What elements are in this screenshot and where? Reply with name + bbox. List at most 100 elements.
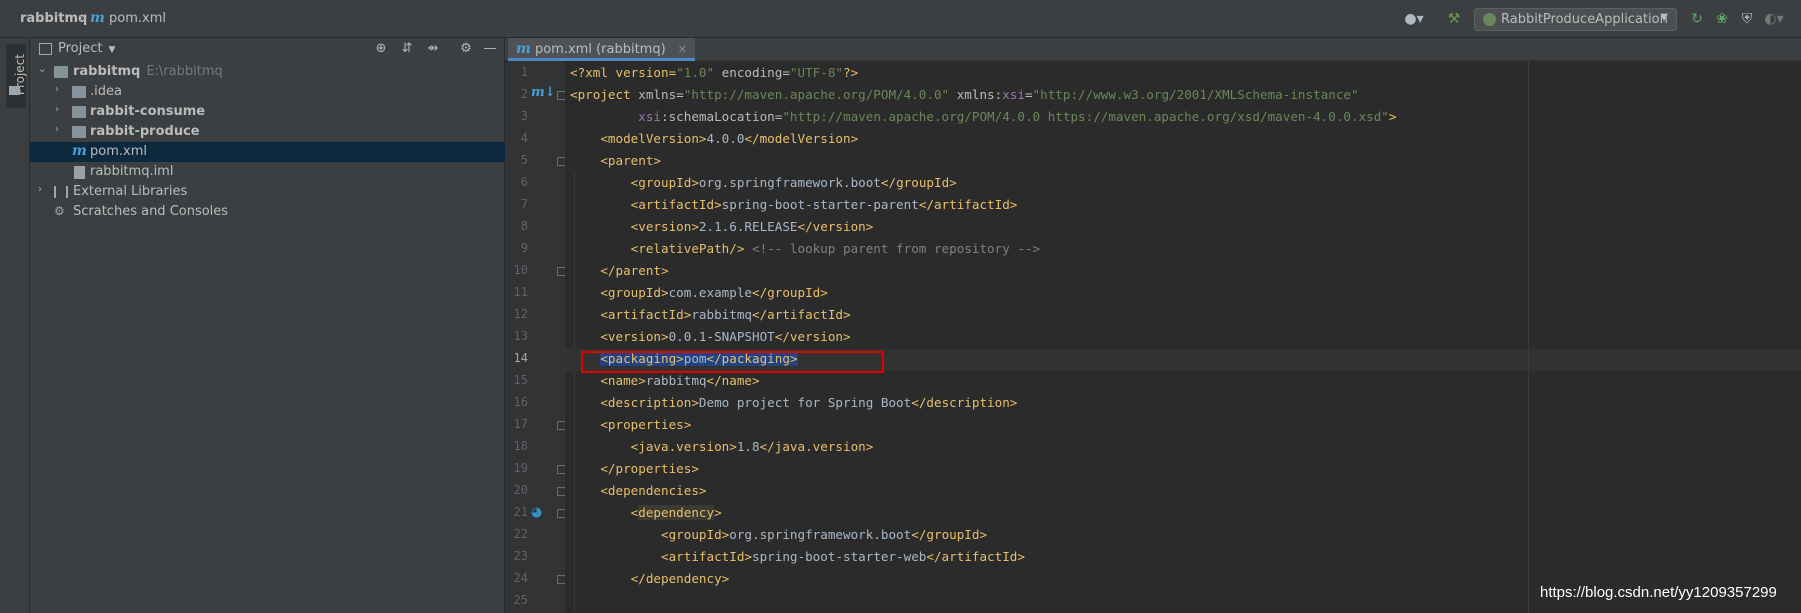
- code-editor[interactable]: <?xml version="1.0" encoding="UTF-8"?> <…: [565, 61, 1801, 613]
- gear-icon[interactable]: ⚙: [458, 41, 474, 57]
- code-line: <modelVersion>4.0.0</modelVersion>: [600, 131, 859, 146]
- profiler-icon[interactable]: ◐▾: [1764, 10, 1783, 28]
- chevron-right-icon[interactable]: ›: [55, 104, 59, 115]
- code-line: <version>2.1.6.RELEASE</version>: [630, 219, 874, 234]
- highlight-annotation-box: [581, 351, 884, 373]
- project-tool-window-button[interactable]: Project: [6, 44, 27, 108]
- tree-item-pom-xml[interactable]: m pom.xml: [30, 142, 505, 162]
- chevron-right-icon[interactable]: ›: [38, 184, 42, 195]
- code-line: </parent>: [600, 263, 669, 278]
- tree-item-label: pom.xml: [90, 144, 147, 159]
- line-number: 15: [513, 373, 528, 387]
- maven-sync-icon[interactable]: m↓: [531, 85, 556, 100]
- debug-icon[interactable]: ❀: [1713, 10, 1731, 28]
- build-hammer-icon[interactable]: ⚒: [1445, 10, 1463, 28]
- iml-file-icon: [74, 166, 85, 179]
- line-number: 25: [513, 593, 528, 607]
- code-line: <dependencies>: [600, 483, 707, 498]
- module-folder-icon: [72, 126, 86, 138]
- project-panel-header: Project ▼ ⊕ ⇵ ⇴ ⚙ —: [30, 38, 504, 60]
- line-number: 5: [520, 153, 528, 167]
- chevron-right-icon[interactable]: ›: [55, 84, 59, 95]
- line-number: 22: [513, 527, 528, 541]
- tree-item-label: rabbit-produce: [90, 124, 200, 139]
- folder-icon: [9, 86, 20, 95]
- line-number: 23: [513, 549, 528, 563]
- tree-item-label: External Libraries: [73, 184, 188, 199]
- user-icon[interactable]: ●▾: [1404, 10, 1423, 28]
- chevron-down-icon: ▼: [1660, 12, 1668, 23]
- line-number: 7: [520, 197, 528, 211]
- breadcrumb-project[interactable]: rabbitmq: [20, 11, 87, 26]
- minimize-icon[interactable]: —: [482, 41, 498, 57]
- chevron-down-icon: ▼: [108, 45, 116, 55]
- code-line: <relativePath/> <!-- lookup parent from …: [630, 241, 1041, 256]
- code-line: <artifactId>spring-boot-starter-web</art…: [661, 549, 1025, 564]
- tree-item-external-libraries[interactable]: › External Libraries: [30, 182, 505, 202]
- maven-file-icon: m: [516, 41, 531, 57]
- tree-item-rabbit-produce[interactable]: › rabbit-produce: [30, 122, 505, 142]
- tree-item-label: rabbitmq: [73, 64, 141, 79]
- code-line: <groupId>org.springframework.boot</group…: [661, 527, 988, 542]
- tree-item-label: rabbitmq.iml: [90, 164, 174, 179]
- tree-item-rabbitmq[interactable]: ⌄ rabbitmq E:\rabbitmq: [30, 62, 505, 82]
- line-number-current: 14: [513, 351, 528, 365]
- maven-file-icon: m: [90, 10, 105, 26]
- rerun-icon[interactable]: ↻: [1688, 10, 1706, 28]
- collapse-all-icon[interactable]: ⇴: [425, 41, 441, 57]
- line-number: 9: [520, 241, 528, 255]
- line-number: 2: [520, 87, 528, 101]
- library-icon: [54, 186, 68, 198]
- tree-item-label: .idea: [90, 84, 122, 99]
- code-line: <dependency>: [630, 505, 722, 520]
- editor-gutter[interactable]: 1 2 3 4 5 6 7 8 9 10 11 12 13 14 15 16 1…: [505, 61, 566, 613]
- coverage-shield-icon[interactable]: ⛨: [1738, 10, 1756, 28]
- folder-icon: [72, 86, 86, 98]
- expand-all-icon[interactable]: ⇵: [399, 41, 415, 57]
- chevron-right-icon[interactable]: ›: [55, 124, 59, 135]
- project-title: Project: [58, 41, 103, 56]
- line-number: 3: [520, 109, 528, 123]
- code-line: <project xmlns="http://maven.apache.org/…: [570, 87, 1359, 102]
- locate-crosshair-icon[interactable]: ⊕: [373, 41, 389, 57]
- watermark: https://blog.csdn.net/yy1209357299: [1540, 584, 1777, 601]
- line-number: 16: [513, 395, 528, 409]
- run-configuration-dropdown[interactable]: RabbitProduceApplication ▼: [1474, 8, 1677, 31]
- run-configuration-label: RabbitProduceApplication: [1501, 12, 1668, 27]
- code-line: <artifactId>spring-boot-starter-parent</…: [630, 197, 1018, 212]
- line-number: 10: [513, 263, 528, 277]
- dependency-update-icon[interactable]: ◕: [531, 505, 542, 520]
- project-view-selector[interactable]: Project ▼: [58, 41, 115, 56]
- title-bar: rabbitmq › m pom.xml ●▾ ⚒ RabbitProduceA…: [0, 0, 1801, 38]
- line-number: 18: [513, 439, 528, 453]
- code-line: <description>Demo project for Spring Boo…: [600, 395, 1018, 410]
- line-number: 13: [513, 329, 528, 343]
- line-number: 21: [513, 505, 528, 519]
- code-line: <parent>: [600, 153, 662, 168]
- scratches-icon: ⚙: [54, 204, 65, 218]
- line-number: 6: [520, 175, 528, 189]
- tree-item-rabbit-consume[interactable]: › rabbit-consume: [30, 102, 505, 122]
- line-number: 11: [513, 285, 528, 299]
- tab-pom-xml[interactable]: m pom.xml (rabbitmq) ✕: [508, 38, 696, 61]
- right-margin-guide: [1528, 61, 1529, 613]
- line-number: 17: [513, 417, 528, 431]
- chevron-down-icon[interactable]: ⌄: [38, 64, 46, 75]
- line-number: 1: [520, 65, 528, 79]
- line-number: 8: [520, 219, 528, 233]
- project-panel: Project ▼ ⊕ ⇵ ⇴ ⚙ — ⌄ rabbitmq E:\rabbitmq…: [30, 38, 505, 613]
- close-icon[interactable]: ✕: [678, 43, 687, 56]
- tree-item-scratches[interactable]: ⚙ Scratches and Consoles: [30, 202, 505, 222]
- code-line: </properties>: [600, 461, 699, 476]
- tree-item-label: rabbit-consume: [90, 104, 206, 119]
- module-folder-icon: [54, 66, 68, 78]
- breadcrumb-separator: ›: [79, 11, 85, 26]
- breadcrumb-file[interactable]: pom.xml: [109, 11, 166, 26]
- tree-item-rabbitmq-iml[interactable]: rabbitmq.iml: [30, 162, 505, 182]
- maven-file-icon: m: [72, 143, 87, 159]
- tree-item-idea[interactable]: › .idea: [30, 82, 505, 102]
- tab-label: pom.xml (rabbitmq): [534, 42, 666, 57]
- line-number: 19: [513, 461, 528, 475]
- tree-item-path: E:\rabbitmq: [146, 64, 223, 79]
- code-line: <version>0.0.1-SNAPSHOT</version>: [600, 329, 851, 344]
